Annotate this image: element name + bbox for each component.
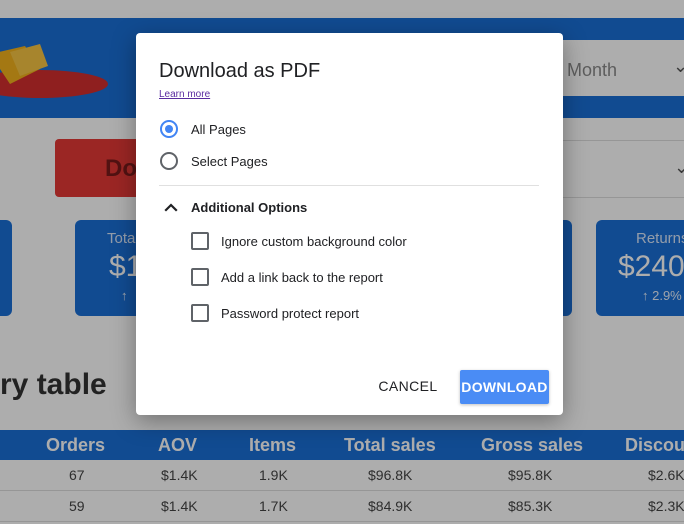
radio-label: Select Pages — [191, 153, 268, 169]
additional-options-toggle[interactable]: Additional Options — [164, 197, 307, 217]
download-pdf-dialog: Download as PDF Learn more All Pages Sel… — [136, 33, 563, 415]
checkbox-label: Password protect report — [221, 305, 360, 321]
chevron-up-icon — [164, 203, 178, 212]
cancel-button[interactable]: CANCEL — [369, 370, 447, 402]
radio-select-pages[interactable]: Select Pages — [160, 150, 268, 172]
option-password-protect[interactable]: Password protect report — [191, 302, 359, 324]
checkbox[interactable] — [191, 304, 209, 322]
radio-all-pages[interactable]: All Pages — [160, 118, 246, 140]
dialog-title: Download as PDF — [159, 60, 321, 82]
option-link-back[interactable]: Add a link back to the report — [191, 266, 383, 288]
divider — [159, 185, 539, 186]
option-ignore-background[interactable]: Ignore custom background color — [191, 230, 407, 252]
checkbox-label: Ignore custom background color — [221, 233, 407, 249]
radio-button[interactable] — [160, 152, 178, 170]
checkbox-label: Add a link back to the report — [221, 269, 383, 285]
radio-label: All Pages — [191, 121, 246, 137]
additional-options-label: Additional Options — [191, 199, 308, 215]
checkbox[interactable] — [191, 268, 209, 286]
radio-button-checked[interactable] — [160, 120, 178, 138]
learn-more-link[interactable]: Learn more — [159, 89, 210, 100]
checkbox[interactable] — [191, 232, 209, 250]
download-button[interactable]: DOWNLOAD — [460, 370, 549, 404]
